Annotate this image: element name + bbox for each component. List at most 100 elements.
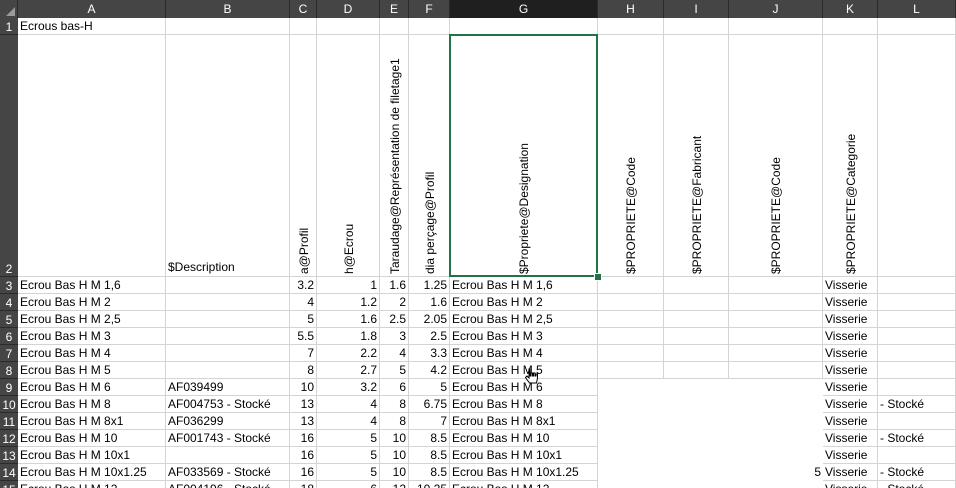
cell-e5[interactable]: 2.5 [380,311,409,328]
cell-e12[interactable]: 10 [380,430,409,447]
cell-g1[interactable] [450,18,598,35]
cell-b2[interactable]: $Description [166,35,290,277]
cell-j14[interactable]: 5 [729,464,823,481]
column-header-j[interactable]: J [729,0,823,18]
column-header-h[interactable]: H [598,0,664,18]
cell-f1[interactable] [409,18,450,35]
cell-i2[interactable]: $PROPRIETE@Fabricant [664,35,729,277]
cell-l2[interactable] [878,35,956,277]
cell-k13[interactable]: Visserie [823,447,878,464]
cell-f15[interactable]: 10.25 [409,481,450,488]
cell-l15[interactable]: - Stocké [878,481,956,488]
cell-d8[interactable]: 2.7 [317,362,380,379]
cell-k15[interactable]: Visserie [823,481,878,488]
column-header-e[interactable]: E [380,0,409,18]
cell-a2[interactable] [18,35,166,277]
row-header-8[interactable]: 8 [0,362,18,379]
cell-d9[interactable]: 3.2 [317,379,380,396]
cell-i14[interactable] [664,464,729,481]
cell-i4[interactable] [664,294,729,311]
cell-g2[interactable]: $Propriete@Designation [450,35,598,277]
cell-k7[interactable]: Visserie [823,345,878,362]
cell-d5[interactable]: 1.6 [317,311,380,328]
cell-l12[interactable]: - Stocké [878,430,956,447]
cell-h10[interactable] [598,396,664,413]
cell-i8[interactable] [664,362,729,379]
cell-d14[interactable]: 5 [317,464,380,481]
cell-d3[interactable]: 1 [317,277,380,294]
cell-d15[interactable]: 6 [317,481,380,488]
cell-h5[interactable] [598,311,664,328]
cell-j3[interactable] [729,277,823,294]
cell-k10[interactable]: Visserie [823,396,878,413]
cell-l1[interactable] [878,18,956,35]
cell-j13[interactable] [729,447,823,464]
cell-c15[interactable]: 18 [290,481,317,488]
row-header-15[interactable]: 15 [0,481,18,488]
cell-j8[interactable] [729,362,823,379]
cell-g5[interactable]: Ecrou Bas H M 2,5 [450,311,598,328]
column-header-i[interactable]: I [664,0,729,18]
cell-a3[interactable]: Ecrou Bas H M 1,6 [18,277,166,294]
cell-b12[interactable]: AF001743 - Stocké [166,430,290,447]
cell-c2[interactable]: a@Profil [290,35,317,277]
cell-e6[interactable]: 3 [380,328,409,345]
cell-a11[interactable]: Ecrou Bas H M 8x1 [18,413,166,430]
cell-j6[interactable] [729,328,823,345]
cell-k12[interactable]: Visserie [823,430,878,447]
cell-a12[interactable]: Ecrou Bas H M 10 [18,430,166,447]
fill-handle[interactable] [594,273,602,281]
cell-c4[interactable]: 4 [290,294,317,311]
cell-h11[interactable] [598,413,664,430]
cell-f2[interactable]: dia perçage@Profil [409,35,450,277]
cell-a6[interactable]: Ecrou Bas H M 3 [18,328,166,345]
cell-f8[interactable]: 4.2 [409,362,450,379]
cell-k3[interactable]: Visserie [823,277,878,294]
cell-e3[interactable]: 1.6 [380,277,409,294]
cell-h1[interactable] [598,18,664,35]
cell-a5[interactable]: Ecrou Bas H M 2,5 [18,311,166,328]
cell-b6[interactable] [166,328,290,345]
cell-h6[interactable] [598,328,664,345]
cell-j1[interactable] [729,18,823,35]
cell-d7[interactable]: 2.2 [317,345,380,362]
cell-d1[interactable] [317,18,380,35]
cell-h3[interactable] [598,277,664,294]
cell-f4[interactable]: 1.6 [409,294,450,311]
cell-c12[interactable]: 16 [290,430,317,447]
row-header-14[interactable]: 14 [0,464,18,481]
cell-j12[interactable] [729,430,823,447]
cell-l14[interactable]: - Stocké [878,464,956,481]
cell-i12[interactable] [664,430,729,447]
row-header-9[interactable]: 9 [0,379,18,396]
cell-b7[interactable] [166,345,290,362]
cell-g11[interactable]: Ecrou Bas H M 8x1 [450,413,598,430]
cell-b5[interactable] [166,311,290,328]
cell-a13[interactable]: Ecrou Bas H M 10x1 [18,447,166,464]
row-header-3[interactable]: 3 [0,277,18,294]
cell-i10[interactable] [664,396,729,413]
cell-j9[interactable] [729,379,823,396]
cell-c9[interactable]: 10 [290,379,317,396]
cell-e14[interactable]: 10 [380,464,409,481]
cell-a15[interactable]: Ecrou Bas H M 12 [18,481,166,488]
row-header-6[interactable]: 6 [0,328,18,345]
cell-k9[interactable]: Visserie [823,379,878,396]
cell-g3[interactable]: Ecrou Bas H M 1,6 [450,277,598,294]
cell-l7[interactable] [878,345,956,362]
select-all-button[interactable] [0,0,18,18]
column-header-l[interactable]: L [878,0,956,18]
row-header-2[interactable]: 2 [0,35,18,277]
cell-a1[interactable]: Ecrous bas-H [18,18,166,35]
row-header-10[interactable]: 10 [0,396,18,413]
cell-g6[interactable]: Ecrou Bas H M 3 [450,328,598,345]
cell-j5[interactable] [729,311,823,328]
cell-k14[interactable]: Visserie [823,464,878,481]
cell-g14[interactable]: Ecrou Bas H M 10x1.25 [450,464,598,481]
cell-k11[interactable]: Visserie [823,413,878,430]
cell-e7[interactable]: 4 [380,345,409,362]
cell-h14[interactable] [598,464,664,481]
column-header-b[interactable]: B [166,0,290,18]
cell-d6[interactable]: 1.8 [317,328,380,345]
column-header-d[interactable]: D [317,0,380,18]
